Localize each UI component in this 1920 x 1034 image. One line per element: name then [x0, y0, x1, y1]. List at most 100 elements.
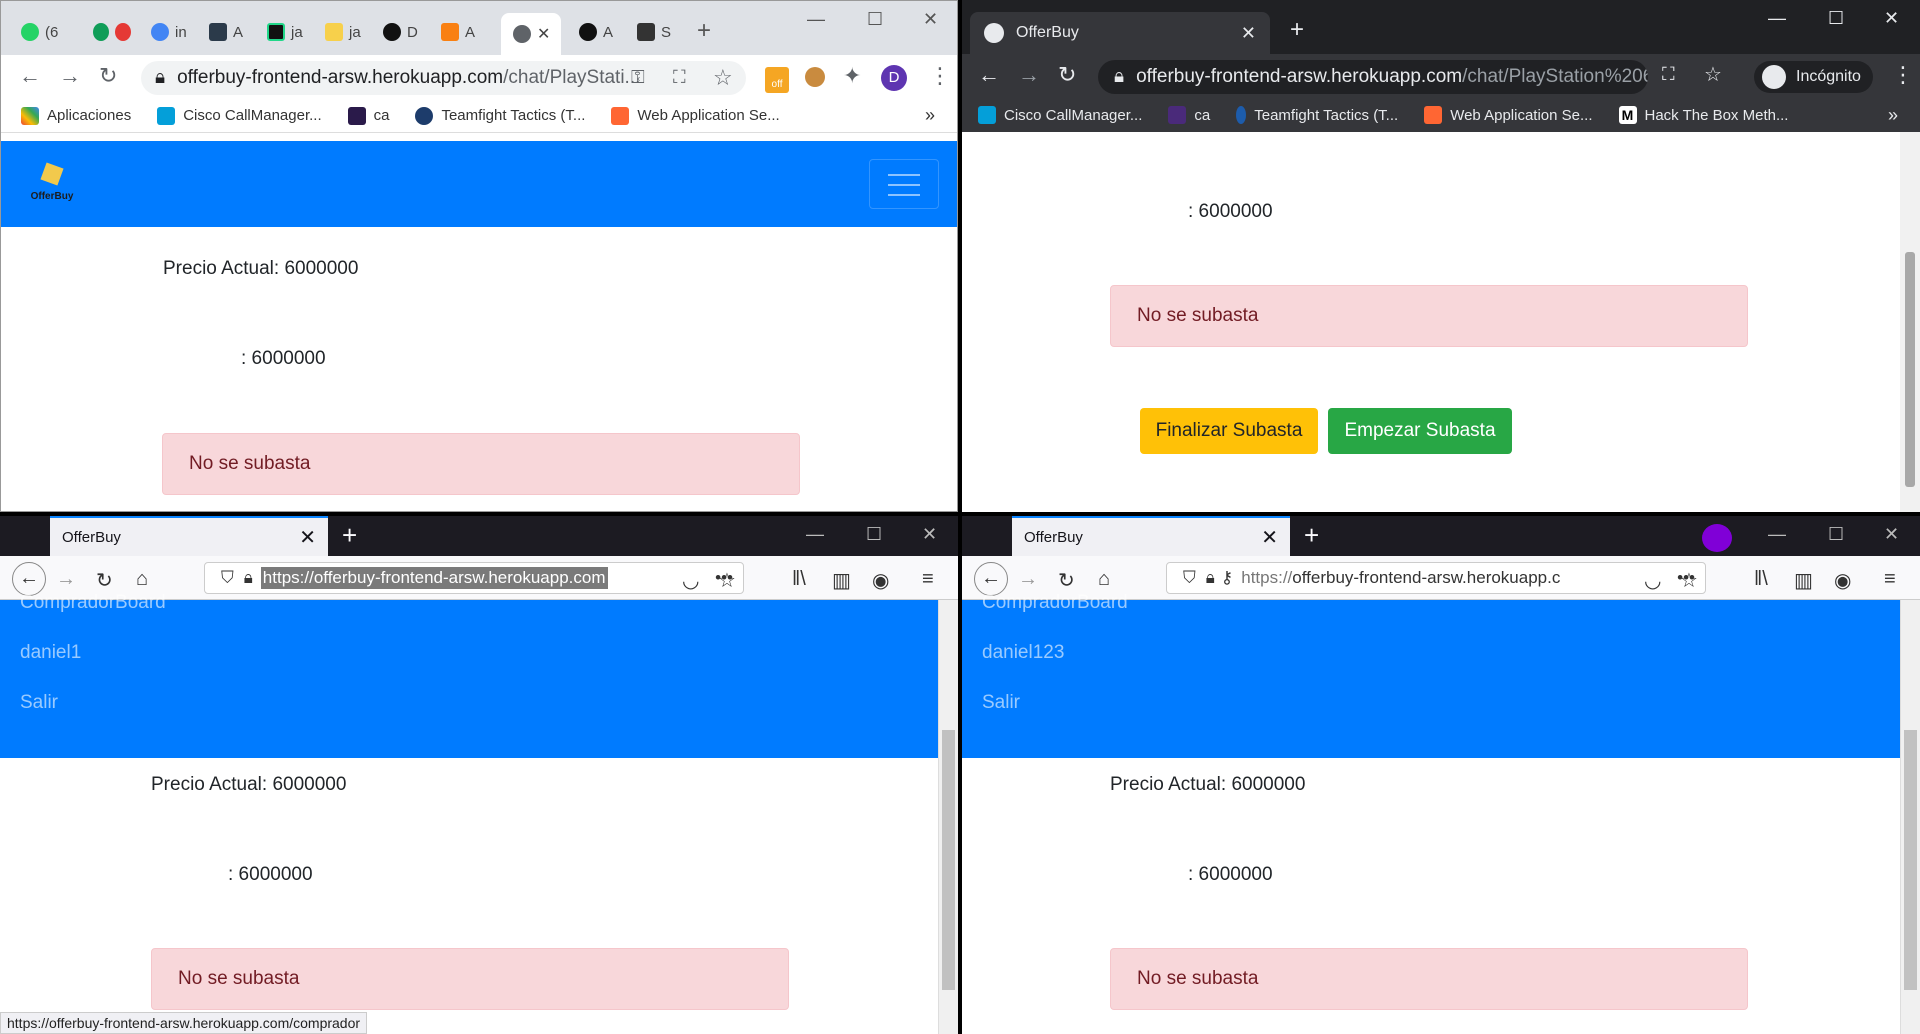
menu-dots-icon[interactable]: ⋮: [1892, 62, 1914, 88]
forward-button[interactable]: →: [59, 63, 81, 89]
reload-button[interactable]: ↻: [99, 63, 117, 89]
star-icon[interactable]: ☆: [718, 568, 736, 593]
cookie-icon[interactable]: [805, 67, 825, 87]
close-tab-icon[interactable]: ✕: [1241, 23, 1256, 44]
minimize-button[interactable]: —: [807, 9, 825, 30]
address-bar[interactable]: 🔒︎ offerbuy-frontend-arsw.herokuapp.com /…: [1098, 60, 1648, 94]
extension-off-badge[interactable]: off: [765, 67, 789, 93]
url-bar[interactable]: ⛉ 🔒︎ https://offerbuy-frontend-arsw.hero…: [204, 562, 744, 594]
back-button[interactable]: ←: [12, 562, 46, 596]
hamburger-menu-icon[interactable]: ≡: [1884, 568, 1896, 591]
new-tab-button[interactable]: +: [1290, 16, 1304, 44]
tab-s[interactable]: S: [625, 17, 681, 47]
key-icon[interactable]: ⚿: [631, 67, 645, 88]
close-window-button[interactable]: ✕: [1884, 8, 1899, 29]
finalizar-subasta-button[interactable]: Finalizar Subasta: [1140, 408, 1318, 454]
close-tab-icon[interactable]: ✕: [1261, 525, 1278, 550]
tab-moodle[interactable]: A: [429, 17, 485, 47]
account-icon[interactable]: ◉: [1834, 568, 1851, 593]
empezar-subasta-button[interactable]: Empezar Subasta: [1328, 408, 1512, 454]
tab-notes[interactable]: ja: [313, 17, 369, 47]
library-icon[interactable]: ‖\: [792, 568, 806, 591]
forward-button[interactable]: →: [1018, 568, 1038, 591]
star-icon[interactable]: ☆: [713, 65, 733, 91]
nav-salir[interactable]: Salir: [982, 692, 1020, 714]
sidebar-icon[interactable]: ▥: [1794, 568, 1813, 593]
account-icon[interactable]: ◉: [872, 568, 889, 593]
translate-icon[interactable]: ⛶: [1662, 64, 1675, 85]
profile-avatar[interactable]: D: [881, 65, 907, 91]
tab-google[interactable]: in: [139, 17, 195, 47]
tab-offerbuy[interactable]: OfferBuy ✕: [1012, 516, 1290, 556]
offerbuy-logo[interactable]: OfferBuy: [27, 161, 77, 205]
hamburger-menu-icon[interactable]: ≡: [922, 568, 934, 591]
back-button[interactable]: ←: [974, 562, 1008, 596]
bookmark-cisco[interactable]: Cisco CallManager...: [978, 106, 1142, 124]
navbar-toggler[interactable]: [869, 159, 939, 209]
home-icon[interactable]: ⌂: [1098, 568, 1110, 591]
new-tab-button[interactable]: +: [697, 17, 711, 45]
back-button[interactable]: ←: [19, 63, 41, 89]
minimize-button[interactable]: —: [806, 524, 824, 545]
nav-salir[interactable]: Salir: [20, 692, 58, 714]
minimize-button[interactable]: —: [1768, 8, 1786, 29]
forward-button[interactable]: →: [1018, 62, 1040, 88]
puzzle-icon[interactable]: ✦: [843, 63, 861, 89]
home-icon[interactable]: ⌂: [136, 568, 148, 591]
scrollbar[interactable]: [1900, 600, 1920, 1034]
minimize-button[interactable]: —: [1768, 524, 1786, 545]
back-button[interactable]: ←: [978, 62, 1000, 88]
reload-button[interactable]: ↻: [96, 568, 113, 593]
incognito-indicator[interactable]: Incógnito: [1754, 61, 1873, 93]
scrollbar-thumb[interactable]: [1904, 730, 1917, 990]
maximize-button[interactable]: ☐: [1828, 524, 1844, 545]
pocket-icon[interactable]: ◡: [1644, 568, 1661, 593]
tab-offerbuy[interactable]: OfferBuy ✕: [970, 12, 1270, 54]
scrollbar[interactable]: [938, 600, 958, 1034]
bookmark-ca[interactable]: ca: [1168, 106, 1210, 124]
bookmark-webapp[interactable]: Web Application Se...: [611, 106, 780, 125]
forward-button[interactable]: →: [56, 568, 76, 591]
star-icon[interactable]: ☆: [1704, 62, 1722, 87]
sidebar-icon[interactable]: ▥: [832, 568, 851, 593]
close-window-button[interactable]: ✕: [923, 9, 938, 30]
new-tab-button[interactable]: +: [1304, 520, 1319, 551]
bookmark-htb[interactable]: M Hack The Box Meth...: [1618, 106, 1788, 124]
tab-github-d[interactable]: D: [371, 17, 427, 47]
bookmarks-overflow[interactable]: »: [925, 105, 935, 126]
menu-dots-icon[interactable]: ⋮: [929, 63, 951, 89]
scrollbar-thumb[interactable]: [1905, 252, 1915, 487]
nav-username[interactable]: daniel123: [982, 642, 1064, 664]
close-window-button[interactable]: ✕: [922, 524, 937, 545]
bookmark-tft[interactable]: Teamfight Tactics (T...: [1236, 106, 1398, 124]
library-icon[interactable]: ‖\: [1754, 568, 1768, 591]
bookmark-webapp[interactable]: Web Application Se...: [1424, 106, 1593, 124]
tab-whatsapp[interactable]: (6: [9, 17, 65, 47]
bookmark-apps[interactable]: Aplicaciones: [21, 106, 131, 125]
url-bar[interactable]: ⛉ 🔒︎ ⚷ https://offerbuy-frontend-arsw.he…: [1166, 562, 1706, 594]
close-tab-icon[interactable]: ✕: [537, 24, 550, 44]
close-window-button[interactable]: ✕: [1884, 524, 1899, 545]
pocket-icon[interactable]: ◡: [682, 568, 699, 593]
bookmarks-overflow[interactable]: »: [1888, 105, 1898, 126]
bookmark-tft[interactable]: Teamfight Tactics (T...: [415, 106, 585, 125]
scrollbar-thumb[interactable]: [942, 730, 955, 990]
bookmark-cisco[interactable]: Cisco CallManager...: [157, 106, 322, 125]
nav-username[interactable]: daniel1: [20, 642, 81, 664]
close-tab-icon[interactable]: ✕: [299, 525, 316, 550]
maximize-button[interactable]: ☐: [1828, 8, 1844, 29]
bookmark-ca[interactable]: ca: [347, 106, 389, 125]
tab-hangouts[interactable]: [81, 17, 137, 47]
scrollbar[interactable]: [1900, 132, 1920, 512]
nav-comprador-board[interactable]: CompradorBoard: [982, 592, 1128, 614]
tab-intellij[interactable]: ja: [255, 17, 311, 47]
tab-app-a[interactable]: A: [197, 17, 253, 47]
reload-button[interactable]: ↻: [1058, 62, 1076, 88]
address-bar[interactable]: 🔒︎ offerbuy-frontend-arsw.herokuapp.com /…: [141, 61, 746, 95]
star-icon[interactable]: ☆: [1680, 568, 1698, 593]
tab-github-a[interactable]: A: [567, 17, 623, 47]
maximize-button[interactable]: ☐: [867, 9, 883, 30]
reload-button[interactable]: ↻: [1058, 568, 1075, 593]
new-tab-button[interactable]: +: [342, 520, 357, 551]
nav-comprador-board[interactable]: CompradorBoard: [20, 592, 166, 614]
